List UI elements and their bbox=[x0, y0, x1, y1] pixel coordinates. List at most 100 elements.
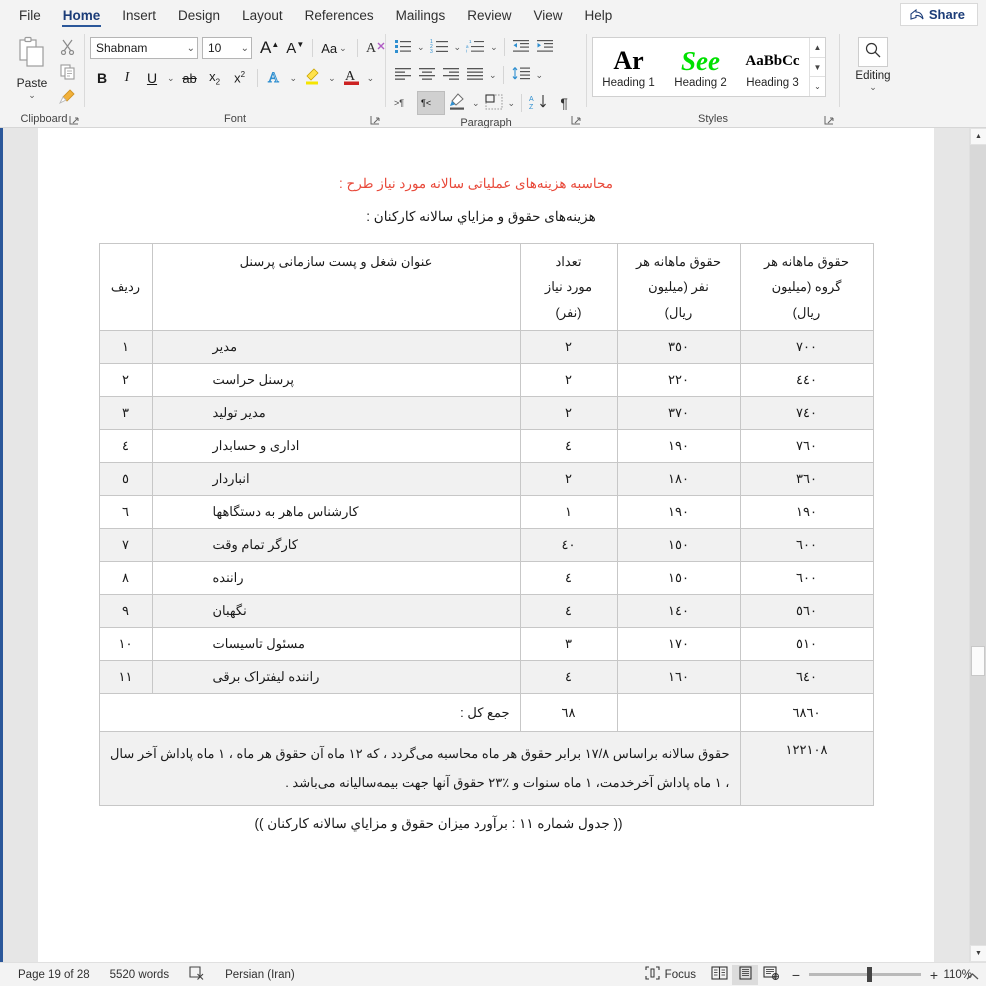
clear-formatting-button[interactable]: A bbox=[363, 36, 389, 60]
table-row[interactable]: ١٩٠ ١٩٠ ١ کارشناس ماهر به دستگاهها ٦ bbox=[98, 495, 874, 530]
tab-mailings[interactable]: Mailings bbox=[385, 5, 457, 30]
clipboard-dialog-launcher[interactable] bbox=[69, 114, 81, 126]
multilevel-list-button[interactable]: 1 a i bbox=[463, 35, 488, 59]
zoom-slider-track[interactable] bbox=[809, 967, 921, 982]
strikethrough-button[interactable]: ab bbox=[178, 66, 202, 90]
zoom-in-button[interactable]: + bbox=[928, 967, 940, 983]
line-spacing-button[interactable] bbox=[508, 63, 534, 87]
numbering-caret[interactable]: ⌄ bbox=[452, 42, 464, 53]
superscript-button[interactable]: x2 bbox=[228, 66, 252, 90]
shading-button[interactable] bbox=[445, 91, 470, 115]
change-case-button[interactable]: Aa ⌄ bbox=[318, 36, 351, 60]
font-color-caret[interactable]: ⌄ bbox=[365, 73, 377, 84]
scroll-down-button[interactable]: ▼ bbox=[970, 945, 986, 962]
subscript-button[interactable]: x2 bbox=[203, 66, 227, 90]
read-mode-button[interactable] bbox=[706, 965, 732, 985]
bullets-caret[interactable]: ⌄ bbox=[415, 42, 427, 53]
borders-button[interactable] bbox=[482, 91, 506, 115]
paste-dropdown-caret[interactable]: ⌄ bbox=[26, 90, 38, 101]
borders-caret[interactable]: ⌄ bbox=[506, 98, 518, 109]
editing-dropdown-caret[interactable]: ⌄ bbox=[867, 82, 879, 93]
table-row[interactable]: ٣٦٠ ١٨٠ ٢ انباردار ٥ bbox=[98, 462, 874, 497]
table-row[interactable]: ٧٦٠ ١٩٠ ٤ اداری و حسابدار ٤ bbox=[98, 429, 874, 464]
style-heading-2[interactable]: See Heading 2 bbox=[665, 38, 737, 96]
table-note-row[interactable]: ١٢٢١٠٨ حقوق سالانه براساس ١٧/٨ برابر حقو… bbox=[98, 731, 874, 807]
table-total-row[interactable]: ٦٨٦٠ ٦٨ جمع کل : bbox=[98, 693, 874, 733]
font-dialog-launcher[interactable] bbox=[370, 114, 382, 126]
vertical-scrollbar[interactable]: ▲ ▼ bbox=[969, 128, 986, 962]
table-row[interactable]: ٧٤٠ ٣٧٠ ٢ مدیر تولید ٣ bbox=[98, 396, 874, 431]
tab-layout[interactable]: Layout bbox=[231, 5, 294, 30]
language-indicator[interactable]: Persian (Iran) bbox=[215, 969, 305, 981]
table-row[interactable]: ٧٠٠ ٣٥٠ ٢ مدیر ١ bbox=[98, 330, 874, 365]
table-row[interactable]: ٥١٠ ١٧٠ ٣ مسئول تاسیسات ١٠ bbox=[98, 627, 874, 662]
style-heading-1[interactable]: Ar Heading 1 bbox=[593, 38, 665, 96]
align-center-button[interactable] bbox=[415, 63, 439, 87]
table-row[interactable]: ٦٠٠ ١٥٠ ٤٠ کارگر تمام وقت ٧ bbox=[98, 528, 874, 563]
multilevel-caret[interactable]: ⌄ bbox=[488, 42, 500, 53]
styles-gallery-scrollbar[interactable]: ▲ ▼ ⌄ bbox=[809, 38, 825, 96]
tab-home[interactable]: Home bbox=[52, 5, 112, 30]
align-right-button[interactable] bbox=[439, 63, 463, 87]
paragraph-dialog-launcher[interactable] bbox=[571, 114, 583, 126]
left-to-right-button[interactable]: >¶ bbox=[391, 91, 417, 115]
styles-more-button[interactable]: ⌄ bbox=[810, 77, 825, 96]
print-layout-button[interactable] bbox=[732, 964, 758, 985]
tab-references[interactable]: References bbox=[294, 5, 385, 30]
table-row[interactable]: ٦٠٠ ١٥٠ ٤ راننده ٨ bbox=[98, 561, 874, 596]
text-effects-caret[interactable]: ⌄ bbox=[288, 73, 300, 84]
salary-table[interactable]: حقوق ماهانه هر گروه (میلیون ریال) حقوق م… bbox=[98, 242, 874, 807]
format-painter-button[interactable] bbox=[55, 88, 79, 110]
justify-button[interactable] bbox=[463, 63, 487, 87]
sort-button[interactable]: A Z bbox=[526, 91, 552, 115]
focus-mode-button[interactable]: Focus bbox=[635, 966, 706, 983]
shrink-font-button[interactable]: A ▼ bbox=[283, 36, 307, 60]
zoom-control[interactable]: − + bbox=[784, 967, 940, 983]
shading-caret[interactable]: ⌄ bbox=[470, 98, 482, 109]
tab-view[interactable]: View bbox=[522, 5, 573, 30]
page-indicator[interactable]: Page 19 of 28 bbox=[8, 969, 100, 981]
document-page[interactable]: محاسبه هزینه‌های عملیاتی سالانه مورد نیا… bbox=[38, 128, 934, 962]
font-color-button[interactable]: A bbox=[339, 66, 364, 90]
grow-font-button[interactable]: A ▲ bbox=[257, 36, 282, 60]
table-row[interactable]: ٥٦٠ ١٤٠ ٤ نگهبان ٩ bbox=[98, 594, 874, 629]
highlight-caret[interactable]: ⌄ bbox=[326, 73, 338, 84]
decrease-indent-button[interactable] bbox=[509, 35, 533, 59]
scrollbar-thumb[interactable] bbox=[971, 646, 985, 676]
copy-button[interactable] bbox=[55, 63, 79, 85]
document-canvas[interactable]: محاسبه هزینه‌های عملیاتی سالانه مورد نیا… bbox=[0, 128, 986, 962]
table-row[interactable]: ٦٤٠ ١٦٠ ٤ راننده لیفتراک برقی ١١ bbox=[98, 660, 874, 695]
highlight-button[interactable] bbox=[300, 66, 325, 90]
tab-file[interactable]: File bbox=[8, 5, 52, 30]
zoom-slider-thumb[interactable] bbox=[867, 967, 872, 982]
styles-scroll-up-button[interactable]: ▲ bbox=[810, 38, 825, 58]
text-effects-button[interactable]: A bbox=[263, 66, 287, 90]
cut-button[interactable] bbox=[55, 38, 79, 60]
tab-design[interactable]: Design bbox=[167, 5, 231, 30]
styles-dialog-launcher[interactable] bbox=[824, 114, 836, 126]
numbering-button[interactable]: 1 2 3 bbox=[427, 35, 452, 59]
share-button[interactable]: Share bbox=[899, 3, 978, 26]
styles-scroll-down-button[interactable]: ▼ bbox=[810, 58, 825, 78]
scrollbar-track[interactable] bbox=[970, 145, 986, 945]
style-heading-3[interactable]: AaBbCc Heading 3 bbox=[737, 38, 809, 96]
collapse-ribbon-button[interactable] bbox=[966, 972, 979, 984]
zoom-out-button[interactable]: − bbox=[790, 967, 802, 983]
paste-button[interactable]: Paste ⌄ bbox=[9, 32, 55, 101]
tab-help[interactable]: Help bbox=[574, 5, 624, 30]
bullets-button[interactable] bbox=[391, 35, 415, 59]
scroll-up-button[interactable]: ▲ bbox=[970, 128, 986, 145]
editing-button[interactable]: Editing ⌄ bbox=[845, 32, 901, 93]
tab-review[interactable]: Review bbox=[456, 5, 522, 30]
font-name-combo[interactable]: Shabnam ⌄ bbox=[90, 37, 198, 59]
italic-button[interactable]: I bbox=[115, 66, 139, 90]
tab-insert[interactable]: Insert bbox=[111, 5, 167, 30]
show-formatting-marks-button[interactable]: ¶ bbox=[552, 91, 576, 115]
align-left-button[interactable] bbox=[391, 63, 415, 87]
table-row[interactable]: ٤٤٠ ٢٢٠ ٢ پرسنل حراست ٢ bbox=[98, 363, 874, 398]
word-count[interactable]: 5520 words bbox=[100, 969, 179, 981]
increase-indent-button[interactable] bbox=[533, 35, 557, 59]
font-size-combo[interactable]: 10 ⌄ bbox=[202, 37, 252, 59]
right-to-left-button[interactable]: ¶< bbox=[417, 91, 445, 115]
underline-dropdown-caret[interactable]: ⌄ bbox=[165, 73, 177, 84]
